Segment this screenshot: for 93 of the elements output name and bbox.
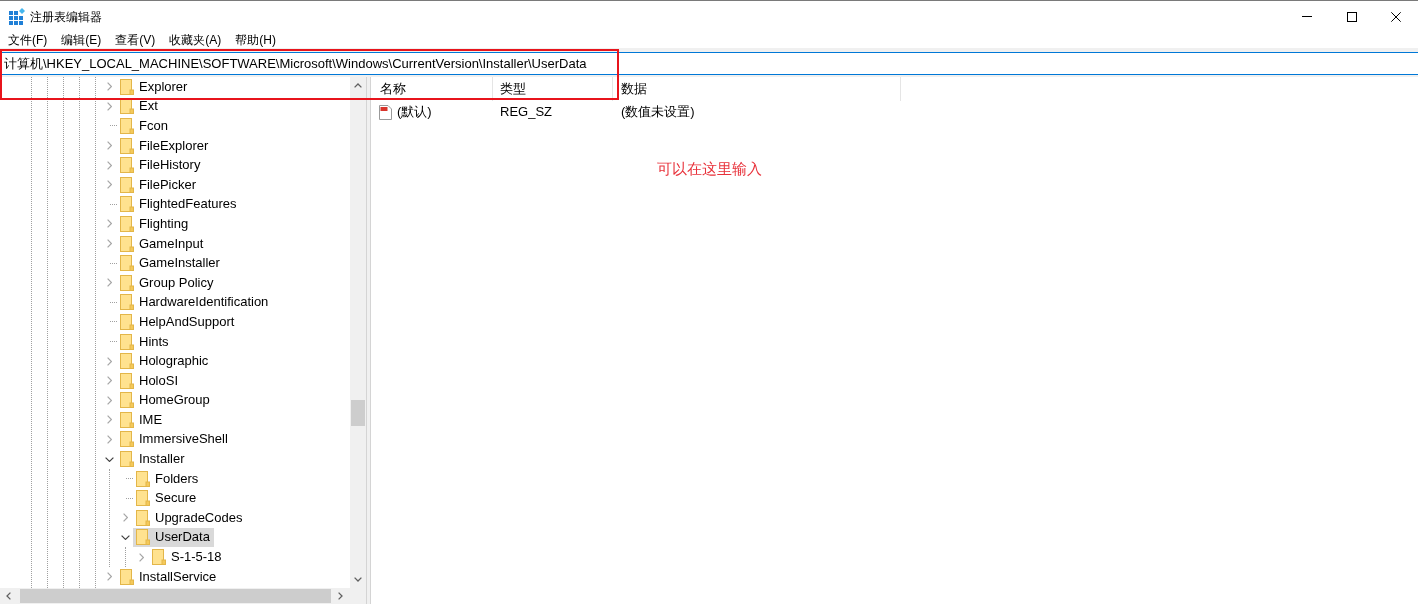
- vertical-scrollbar[interactable]: [350, 77, 366, 588]
- chevron-right-icon[interactable]: [106, 219, 112, 229]
- chevron-right-icon[interactable]: [106, 572, 112, 582]
- chevron-right-icon[interactable]: [106, 356, 112, 366]
- tree-item[interactable]: IME: [101, 410, 167, 430]
- tree-item[interactable]: FlightedFeatures: [101, 194, 241, 215]
- tree-item[interactable]: Fcon: [101, 116, 172, 136]
- tree-item[interactable]: Ext: [101, 96, 162, 117]
- folder-icon: [120, 98, 134, 115]
- chevron-right-icon[interactable]: [106, 141, 112, 151]
- folder-icon: [120, 313, 134, 330]
- tree-item[interactable]: FilePicker: [101, 174, 201, 195]
- chevron-right-icon[interactable]: [138, 552, 144, 562]
- folder-icon: [120, 451, 134, 468]
- menu-item[interactable]: 查看(V): [115, 32, 156, 48]
- tree-item[interactable]: GameInstaller: [101, 253, 224, 273]
- folder-icon: [120, 137, 134, 154]
- chevron-right-icon[interactable]: [106, 239, 112, 249]
- tree-item[interactable]: HelpAndSupport: [101, 312, 239, 332]
- scrollbar-thumb[interactable]: [351, 400, 365, 426]
- folder-icon: [120, 392, 134, 409]
- tree-item[interactable]: Hints: [101, 331, 173, 352]
- chevron-right-icon[interactable]: [106, 435, 112, 444]
- chevron-down-icon[interactable]: [104, 456, 114, 462]
- folder-icon: [120, 118, 134, 134]
- folder-icon: [136, 509, 150, 526]
- folder-icon: [136, 470, 150, 487]
- window-title: 注册表编辑器: [30, 8, 102, 25]
- chevron-right-icon[interactable]: [106, 180, 112, 190]
- annotation-text: 可以在这里输入: [657, 160, 762, 178]
- menu-item[interactable]: 文件(F): [8, 32, 48, 48]
- tree-item[interactable]: Secure: [117, 488, 201, 509]
- folder-icon: [120, 411, 134, 428]
- folder-icon: [120, 431, 134, 448]
- folder-icon: [120, 196, 134, 213]
- chevron-right-icon[interactable]: [106, 82, 112, 92]
- folder-icon: [136, 490, 150, 507]
- scrollbar-thumb[interactable]: [20, 589, 331, 603]
- close-icon: [1391, 11, 1401, 22]
- chevron-right-icon[interactable]: [106, 278, 112, 288]
- document-icon: [379, 104, 392, 120]
- value-type: REG_SZ: [500, 103, 552, 122]
- tree-item[interactable]: Flighting: [101, 214, 193, 234]
- folder-icon: [120, 157, 134, 174]
- tree-item[interactable]: FileHistory: [101, 155, 205, 175]
- tree-item[interactable]: S-1-5-18: [133, 547, 226, 567]
- folder-icon: [120, 176, 134, 193]
- chevron-down-icon[interactable]: [120, 534, 130, 540]
- folder-icon: [120, 333, 134, 350]
- column-header[interactable]: 类型: [493, 77, 613, 101]
- tree-item[interactable]: ImmersiveShell: [101, 429, 232, 450]
- folder-icon: [120, 235, 134, 252]
- tree-item[interactable]: HoloSI: [101, 370, 183, 391]
- tree-item[interactable]: Holographic: [101, 351, 213, 371]
- minimize-icon: [1301, 16, 1312, 17]
- folder-icon: [120, 78, 134, 95]
- tree-item[interactable]: HardwareIdentification: [101, 292, 273, 313]
- menu-item[interactable]: 收藏夹(A): [169, 32, 222, 48]
- folder-icon: [120, 353, 134, 370]
- chevron-right-icon[interactable]: [106, 101, 112, 111]
- column-header[interactable]: 数据: [613, 77, 901, 101]
- tree-item[interactable]: Group Policy: [101, 272, 218, 293]
- tree-item[interactable]: Folders: [117, 468, 203, 489]
- folder-icon: [120, 274, 134, 291]
- tree-item[interactable]: Explorer: [101, 77, 192, 97]
- folder-icon: [120, 294, 134, 311]
- chevron-right-icon[interactable]: [106, 376, 112, 386]
- chevron-right-icon[interactable]: [122, 513, 128, 523]
- maximize-icon: [1346, 11, 1357, 22]
- value-name: (默认): [397, 103, 432, 122]
- chevron-right-icon[interactable]: [106, 160, 112, 170]
- horizontal-scrollbar[interactable]: [0, 588, 350, 604]
- folder-icon: [120, 568, 134, 585]
- menu-item[interactable]: 帮助(H): [235, 32, 276, 48]
- folder-icon: [152, 549, 166, 566]
- folder-icon: [120, 255, 134, 272]
- tree-item[interactable]: UpgradeCodes: [117, 508, 247, 528]
- registry-app-icon: [9, 8, 25, 25]
- folder-icon: [136, 529, 150, 546]
- value-data: (数值未设置): [621, 103, 695, 122]
- tree-item[interactable]: Installer: [101, 449, 189, 469]
- tree-item[interactable]: InstallService: [101, 566, 221, 587]
- column-header[interactable]: 名称: [371, 77, 493, 101]
- menu-item[interactable]: 编辑(E): [61, 32, 102, 48]
- value-row[interactable]: (默认) REG_SZ (数值未设置): [371, 102, 1418, 122]
- chevron-right-icon[interactable]: [106, 415, 112, 425]
- folder-icon: [120, 372, 134, 389]
- tree-item[interactable]: HomeGroup: [101, 390, 214, 411]
- address-field[interactable]: 计算机\HKEY_LOCAL_MACHINE\SOFTWARE\Microsoft\Windows\CurrentVersion\Installer\UserData: [0, 52, 1418, 75]
- folder-icon: [120, 215, 134, 232]
- tree-item[interactable]: FileExplorer: [101, 135, 213, 156]
- chevron-right-icon[interactable]: [106, 395, 112, 405]
- tree-item[interactable]: GameInput: [101, 233, 208, 254]
